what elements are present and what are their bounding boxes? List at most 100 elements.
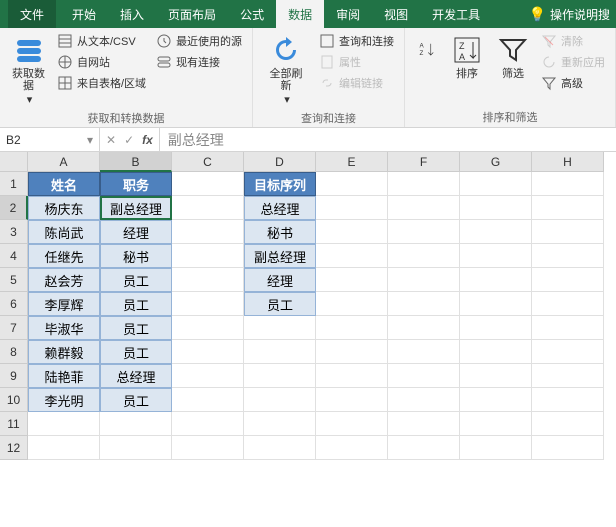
cell-E7[interactable]: [316, 316, 388, 340]
cell-H9[interactable]: [532, 364, 604, 388]
cell-H8[interactable]: [532, 340, 604, 364]
cell-E2[interactable]: [316, 196, 388, 220]
cell-D6[interactable]: 员工: [244, 292, 316, 316]
row-header-7[interactable]: 7: [0, 316, 28, 340]
cell-B6[interactable]: 员工: [100, 292, 172, 316]
get-data-button[interactable]: 获取数 据 ▾: [8, 32, 49, 108]
cell-E10[interactable]: [316, 388, 388, 412]
cell-C1[interactable]: [172, 172, 244, 196]
cell-F11[interactable]: [388, 412, 460, 436]
cell-D7[interactable]: [244, 316, 316, 340]
cell-G6[interactable]: [460, 292, 532, 316]
cell-G1[interactable]: [460, 172, 532, 196]
cell-A6[interactable]: 李厚辉: [28, 292, 100, 316]
fx-icon[interactable]: fx: [142, 133, 153, 147]
cells-area[interactable]: 姓名职务目标序列杨庆东副总经理总经理陈尚武经理秘书任继先秘书副总经理赵会芳员工经…: [28, 172, 604, 460]
cell-C4[interactable]: [172, 244, 244, 268]
cell-H12[interactable]: [532, 436, 604, 460]
cell-B1[interactable]: 职务: [100, 172, 172, 196]
cell-D11[interactable]: [244, 412, 316, 436]
tab-file[interactable]: 文件: [8, 0, 56, 28]
cell-D8[interactable]: [244, 340, 316, 364]
cell-C8[interactable]: [172, 340, 244, 364]
col-header-C[interactable]: C: [172, 152, 244, 172]
cell-F4[interactable]: [388, 244, 460, 268]
cell-A3[interactable]: 陈尚武: [28, 220, 100, 244]
cell-E6[interactable]: [316, 292, 388, 316]
cell-B11[interactable]: [100, 412, 172, 436]
cell-G11[interactable]: [460, 412, 532, 436]
cell-B2[interactable]: 副总经理: [100, 196, 172, 220]
cell-E12[interactable]: [316, 436, 388, 460]
cell-G4[interactable]: [460, 244, 532, 268]
cell-F6[interactable]: [388, 292, 460, 316]
existing-conn-button[interactable]: 现有连接: [154, 53, 244, 71]
queries-conn-button[interactable]: 查询和连接: [317, 32, 396, 50]
tab-home[interactable]: 开始: [60, 0, 108, 28]
cell-D4[interactable]: 副总经理: [244, 244, 316, 268]
cell-D5[interactable]: 经理: [244, 268, 316, 292]
cell-A8[interactable]: 赖群毅: [28, 340, 100, 364]
cell-B4[interactable]: 秘书: [100, 244, 172, 268]
cell-H4[interactable]: [532, 244, 604, 268]
filter-button[interactable]: 筛选: [493, 32, 533, 82]
cell-A12[interactable]: [28, 436, 100, 460]
cell-D1[interactable]: 目标序列: [244, 172, 316, 196]
tab-data[interactable]: 数据: [276, 0, 324, 28]
cell-D10[interactable]: [244, 388, 316, 412]
cell-G3[interactable]: [460, 220, 532, 244]
cell-G9[interactable]: [460, 364, 532, 388]
cell-A11[interactable]: [28, 412, 100, 436]
cell-A1[interactable]: 姓名: [28, 172, 100, 196]
row-header-10[interactable]: 10: [0, 388, 28, 412]
cell-E4[interactable]: [316, 244, 388, 268]
cell-B7[interactable]: 员工: [100, 316, 172, 340]
col-header-D[interactable]: D: [244, 152, 316, 172]
cell-H6[interactable]: [532, 292, 604, 316]
col-header-G[interactable]: G: [460, 152, 532, 172]
cell-D9[interactable]: [244, 364, 316, 388]
cell-G5[interactable]: [460, 268, 532, 292]
cell-A10[interactable]: 李光明: [28, 388, 100, 412]
cell-C11[interactable]: [172, 412, 244, 436]
cell-A9[interactable]: 陆艳菲: [28, 364, 100, 388]
cell-C9[interactable]: [172, 364, 244, 388]
cell-C6[interactable]: [172, 292, 244, 316]
cell-B9[interactable]: 总经理: [100, 364, 172, 388]
row-header-8[interactable]: 8: [0, 340, 28, 364]
col-header-A[interactable]: A: [28, 152, 100, 172]
cell-C12[interactable]: [172, 436, 244, 460]
cell-F8[interactable]: [388, 340, 460, 364]
from-table-button[interactable]: 来自表格/区域: [55, 74, 148, 92]
col-header-F[interactable]: F: [388, 152, 460, 172]
cell-D2[interactable]: 总经理: [244, 196, 316, 220]
cell-E5[interactable]: [316, 268, 388, 292]
from-web-button[interactable]: 自网站: [55, 53, 148, 71]
cell-A5[interactable]: 赵会芳: [28, 268, 100, 292]
cell-F2[interactable]: [388, 196, 460, 220]
cell-F5[interactable]: [388, 268, 460, 292]
row-header-3[interactable]: 3: [0, 220, 28, 244]
cell-C7[interactable]: [172, 316, 244, 340]
cell-H5[interactable]: [532, 268, 604, 292]
row-header-9[interactable]: 9: [0, 364, 28, 388]
tab-formulas[interactable]: 公式: [228, 0, 276, 28]
cell-F12[interactable]: [388, 436, 460, 460]
formula-input[interactable]: 副总经理: [160, 128, 616, 151]
cell-F7[interactable]: [388, 316, 460, 340]
cell-D12[interactable]: [244, 436, 316, 460]
sort-button[interactable]: ZA 排序: [447, 32, 487, 82]
tab-insert[interactable]: 插入: [108, 0, 156, 28]
cell-A2[interactable]: 杨庆东: [28, 196, 100, 220]
refresh-all-button[interactable]: 全部刷新 ▾: [261, 32, 311, 108]
cell-H11[interactable]: [532, 412, 604, 436]
cell-E3[interactable]: [316, 220, 388, 244]
name-box-dropdown-icon[interactable]: ▾: [87, 133, 93, 147]
row-header-12[interactable]: 12: [0, 436, 28, 460]
from-csv-button[interactable]: 从文本/CSV: [55, 32, 148, 50]
cell-A7[interactable]: 毕淑华: [28, 316, 100, 340]
cell-E11[interactable]: [316, 412, 388, 436]
cell-C2[interactable]: [172, 196, 244, 220]
spreadsheet-grid[interactable]: ABCDEFGH 123456789101112 姓名职务目标序列杨庆东副总经理…: [0, 152, 616, 527]
row-header-5[interactable]: 5: [0, 268, 28, 292]
